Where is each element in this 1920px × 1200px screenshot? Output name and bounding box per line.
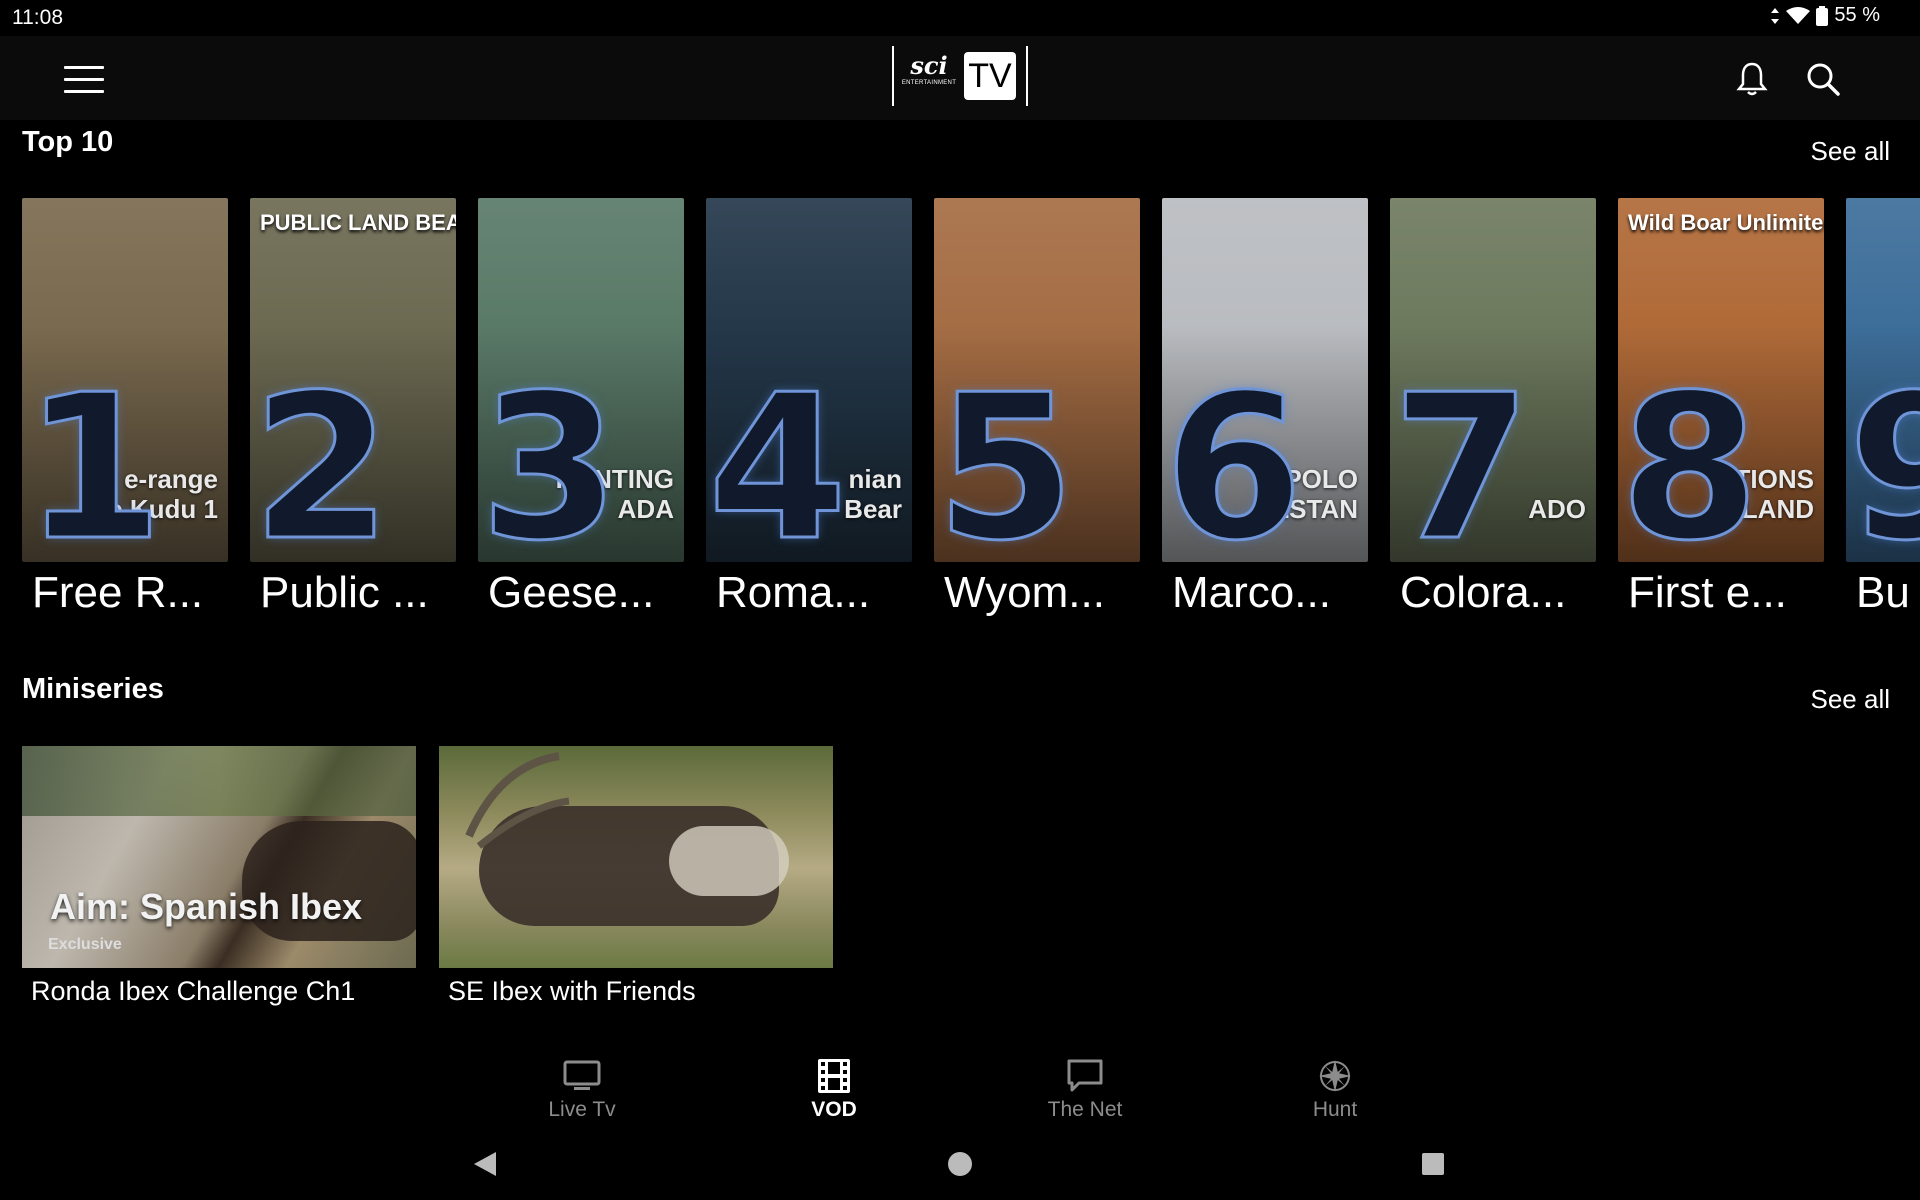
menu-icon[interactable] [64,66,104,94]
miniseries-see-all-link[interactable]: See all [1811,684,1891,715]
top10-poster-title: PUBLIC LAND BEAST [260,210,456,235]
top10-card[interactable]: PUBLIC LAND BEAST 2 Public ... [250,198,456,618]
top10-label: Colora... [1400,568,1567,617]
miniseries-thumbnail[interactable] [439,746,833,968]
top10-label: First e... [1628,568,1787,617]
miniseries-thumbnail[interactable]: Aim: Spanish Ibex Exclusive [22,746,416,968]
top10-title: Top 10 [22,126,114,158]
top10-card[interactable]: POLO IZSTAN 6 Marco... [1162,198,1368,618]
miniseries-overlay-title: Aim: Spanish Ibex [50,886,363,927]
logo-sci: sci [910,51,948,80]
miniseries-label: Ronda Ibex Challenge Ch1 [31,976,356,1006]
chat-icon [1067,1059,1103,1092]
compass-icon [1319,1060,1351,1092]
battery-icon [1816,5,1829,26]
top10-label: Public ... [260,568,429,617]
top10-poster[interactable]: 9 [1846,198,1920,562]
status-time: 11:08 [12,6,63,29]
top10-rank-number: 7 [1390,352,1532,562]
search-icon[interactable] [1806,62,1840,96]
top10-poster-title: Wild Boar Unlimited [1628,210,1824,235]
top10-card[interactable]: ADO 7 Colora... [1390,198,1596,618]
top10-card[interactable]: e-range be Kudu 1 1 Free R... [22,198,228,618]
miniseries-overlay-sub: Exclusive [48,936,122,953]
status-icons: 55 % [1770,4,1880,27]
top10-poster[interactable]: HUNTING ADA 3 [478,198,684,562]
nav-the-net-label: The Net [1047,1098,1123,1121]
top10-label: Free R... [32,568,204,617]
status-bar: 11:08 55 % [0,0,1920,36]
nav-live-tv-label: Live Tv [548,1098,616,1121]
top10-rank-number: 8 [1618,352,1760,562]
top10-poster[interactable]: POLO IZSTAN 6 [1162,198,1368,562]
logo-tv: TV [964,52,1016,100]
back-icon[interactable] [472,1150,498,1178]
system-nav-bar [0,1140,1920,1200]
logo-sub: ENTERTAINMENT [901,80,957,86]
miniseries-label: SE Ibex with Friends [448,976,696,1006]
top10-see-all-link[interactable]: See all [1811,136,1891,167]
battery-level: 55 % [1834,4,1880,26]
top10-rank-number: 3 [478,352,620,562]
top10-poster[interactable]: e-range be Kudu 11 [22,198,228,562]
top10-rank-number: 5 [934,352,1076,562]
top10-poster-caption: nian Bear [844,464,902,524]
top10-rank-number: 9 [1846,352,1920,562]
top10-poster[interactable]: 5 [934,198,1140,562]
nav-live-tv[interactable]: Live Tv [512,1058,652,1122]
miniseries-card[interactable]: SE Ibex with Friends [439,746,833,1007]
bottom-nav: Live Tv VOD The Net Hunt [0,1040,1920,1140]
nav-hunt[interactable]: Hunt [1265,1058,1405,1122]
miniseries-card[interactable]: Aim: Spanish Ibex Exclusive Ronda Ibex C… [22,746,416,1007]
top10-card[interactable]: 9 Bu [1846,198,1920,618]
top10-label: Geese... [488,568,655,617]
notification-bell-icon[interactable] [1736,62,1768,96]
top10-card[interactable]: nian Bear 4 Roma... [706,198,912,618]
top10-card[interactable]: Wild Boar Unlimited OTIONS LAND 8 First e..… [1618,198,1824,618]
nav-the-net[interactable]: The Net [1015,1058,1155,1122]
top10-poster[interactable]: PUBLIC LAND BEAST 2 [250,198,456,562]
top10-rank-number: 1 [22,352,164,562]
top10-rank-number: 6 [1162,352,1304,562]
top10-label: Roma... [716,568,871,617]
film-icon [818,1059,850,1093]
data-arrows-icon [1771,7,1780,24]
top10-poster[interactable]: ADO 7 [1390,198,1596,562]
home-icon[interactable] [946,1150,974,1178]
wifi-icon [1786,6,1811,24]
top10-label: Marco... [1172,568,1331,617]
top10-label: Wyom... [944,568,1105,617]
top10-poster[interactable]: Wild Boar Unlimited OTIONS LAND 8 [1618,198,1824,562]
nav-vod[interactable]: VOD [764,1058,904,1122]
nav-vod-label: VOD [811,1098,857,1121]
top10-poster-caption: ADO [1528,494,1586,524]
app-logo: sci ENTERTAINMENT TV [892,46,1028,106]
tv-icon [563,1060,601,1090]
top10-poster[interactable]: nian Bear 4 [706,198,912,562]
app-bar: sci ENTERTAINMENT TV [0,36,1920,120]
top10-card[interactable]: HUNTING ADA 3 Geese... [478,198,684,618]
miniseries-title: Miniseries [22,673,164,705]
top10-carousel[interactable]: e-range be Kudu 1 1 Free R... PUBLIC LAND B… [22,198,1920,618]
top10-rank-number: 4 [706,352,848,562]
top10-rank-number: 2 [250,352,392,562]
nav-hunt-label: Hunt [1312,1098,1358,1121]
top10-card[interactable]: 5 Wyom... [934,198,1140,618]
top10-label: Bu [1856,568,1910,617]
recents-icon[interactable] [1421,1152,1445,1176]
